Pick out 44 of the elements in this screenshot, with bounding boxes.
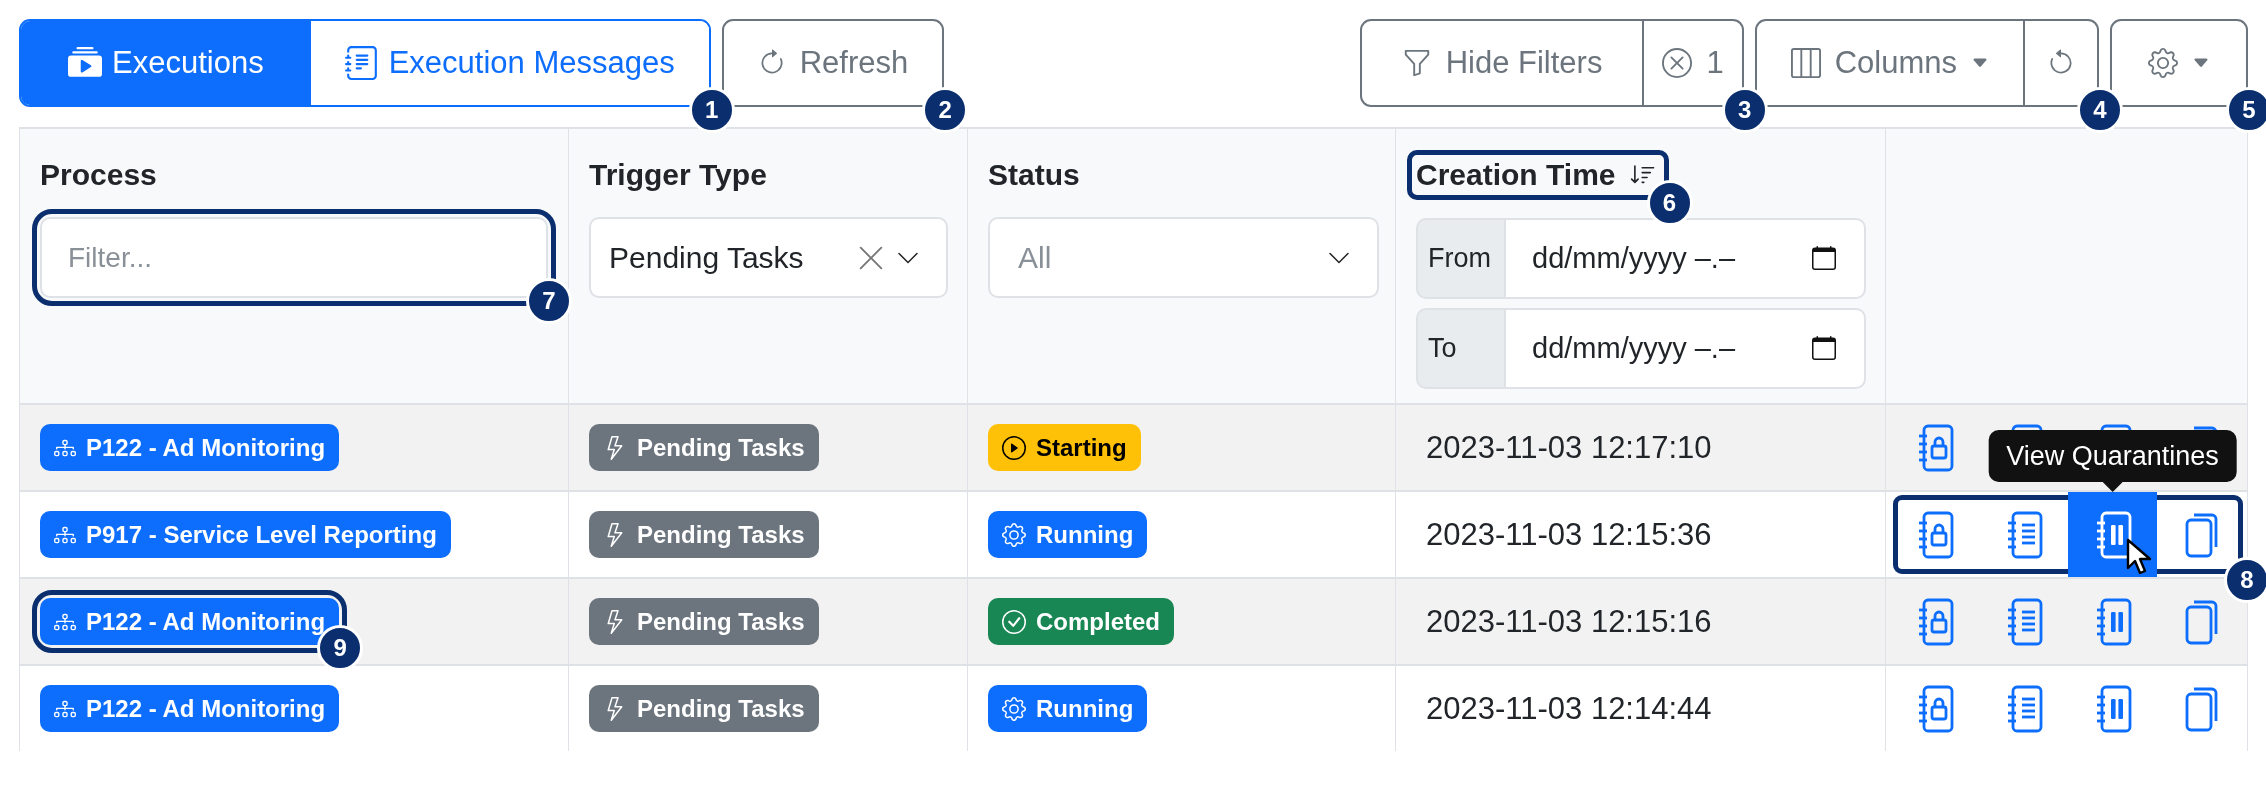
process-link[interactable]: P122 - Ad Monitoring	[40, 685, 340, 732]
status-tag: Starting	[988, 424, 1141, 471]
column-header: Trigger Type	[589, 158, 767, 191]
tooltip: View Quarantines	[1988, 430, 2237, 482]
columns-icon	[1790, 48, 1821, 78]
tooltip-arrow-icon	[2102, 482, 2123, 492]
trigger-tag: Pending Tasks	[589, 685, 819, 732]
trigger-tag: Pending Tasks	[589, 424, 819, 471]
gear-icon	[1002, 522, 1026, 547]
select-field[interactable]: All	[988, 217, 1379, 298]
columns-button[interactable]: Columns	[1754, 19, 2025, 107]
column-header: Process	[40, 158, 157, 191]
cursor-icon	[2126, 538, 2152, 576]
date-label: To	[1416, 308, 1504, 389]
column-header: Creation Time	[1416, 157, 1616, 193]
callout-badge: 8	[2224, 557, 2266, 603]
table-cell-text: 2023-11-03 12:15:16	[1425, 603, 1712, 640]
callout-badge: 7	[526, 278, 572, 324]
notebook-icon	[344, 46, 379, 80]
row-action-button[interactable]	[2068, 492, 2157, 577]
callout-badge: 5	[2226, 87, 2266, 133]
settings-icon	[2148, 48, 2178, 78]
hide-filters-button[interactable]: Hide Filters	[1359, 19, 1645, 107]
gear-icon	[1002, 696, 1026, 721]
column-header: Status	[988, 158, 1080, 191]
date-label: From	[1416, 218, 1504, 299]
date-input[interactable]: dd/mm/yyyy –.–	[1504, 218, 1866, 299]
trigger-tag: Pending Tasks	[589, 598, 819, 645]
status-tag: Running	[988, 511, 1148, 558]
calendar-icon[interactable]	[1812, 336, 1836, 360]
status-tag: Running	[988, 685, 1148, 732]
trigger-tag: Pending Tasks	[589, 511, 819, 558]
process-link[interactable]: P122 - Ad Monitoring	[40, 424, 340, 471]
play-stack-icon	[68, 46, 102, 80]
status-tag: Completed	[988, 598, 1174, 645]
date-input[interactable]: dd/mm/yyyy –.–	[1504, 308, 1866, 389]
table-cell-text: 2023-11-03 12:17:10	[1425, 429, 1712, 466]
callout-badge: 6	[1646, 180, 1693, 226]
calendar-icon[interactable]	[1812, 246, 1836, 270]
process-link[interactable]: P917 - Service Level Reporting	[40, 511, 451, 558]
view-tab[interactable]: Executions	[21, 21, 311, 105]
select-field[interactable]: Pending Tasks	[589, 217, 948, 298]
table-cell-text: 2023-11-03 12:14:44	[1425, 690, 1712, 727]
table-cell-text: 2023-11-03 12:15:36	[1425, 516, 1712, 553]
